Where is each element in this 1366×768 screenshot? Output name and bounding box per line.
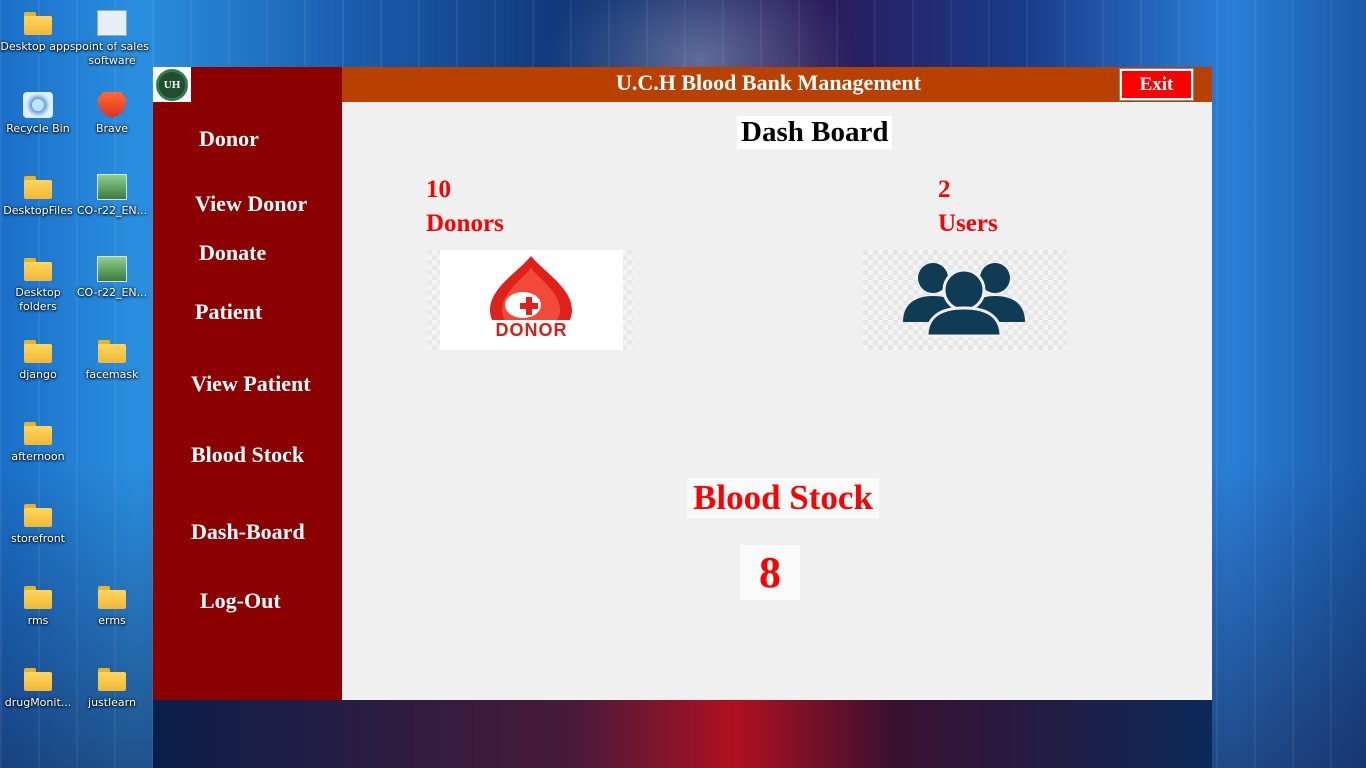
desktop-icon-label: CO-r22_EN...: [76, 204, 148, 217]
desktop-icon-rms[interactable]: rms: [0, 584, 76, 628]
desktop-icon-justlearn[interactable]: justlearn: [74, 666, 150, 710]
hospital-logo: UH: [153, 67, 191, 102]
sidebar-item-view-donor[interactable]: View Donor: [195, 191, 307, 217]
recycle-bin-icon: [23, 92, 53, 118]
folder-icon: [23, 502, 53, 528]
desktop-icon-co-r22-2[interactable]: CO-r22_EN...: [74, 256, 150, 300]
desktop-icon-label: rms: [27, 614, 49, 627]
image-file-icon: [97, 256, 127, 282]
desktop-icon-point-of-sales[interactable]: point of sales software: [74, 10, 150, 68]
folder-icon: [23, 666, 53, 692]
desktop-icon-label: erms: [98, 614, 126, 627]
desktop-icon-django[interactable]: django: [0, 338, 76, 382]
sidebar-item-donate[interactable]: Donate: [199, 240, 266, 266]
donor-logo-image: DONOR: [427, 250, 633, 350]
app-title: U.C.H Blood Bank Management: [616, 70, 921, 95]
sidebar-item-blood-stock[interactable]: Blood Stock: [191, 442, 304, 468]
donors-label: Donors: [426, 210, 504, 237]
desktop-icon-label: django: [19, 368, 57, 381]
folder-icon: [23, 338, 53, 364]
desktop-icon-afternoon[interactable]: afternoon: [0, 420, 76, 464]
desktop-icon-label: point of sales software: [75, 40, 149, 67]
exit-button[interactable]: Exit: [1119, 68, 1194, 101]
page-title: Dash Board: [737, 116, 893, 149]
sidebar-item-view-patient[interactable]: View Patient: [191, 371, 311, 397]
blood-stock-title: Blood Stock: [687, 478, 879, 518]
desktop-icon-label: justlearn: [88, 696, 136, 709]
desktop-icon-label: DesktopFiles: [3, 204, 73, 217]
users-group-image: [863, 250, 1067, 350]
users-count: 2: [938, 176, 951, 203]
desktop-icon-desktopfiles[interactable]: DesktopFiles: [0, 174, 76, 218]
desktop-icon-co-r22-1[interactable]: CO-r22_EN...: [74, 174, 150, 218]
sidebar-item-dash-board[interactable]: Dash-Board: [191, 519, 305, 545]
sidebar-item-log-out[interactable]: Log-Out: [200, 588, 281, 614]
wallpaper-bottom-strip: [153, 700, 1212, 768]
sidebar-item-donor[interactable]: Donor: [199, 126, 259, 152]
sidebar: UH Donor View Donor Donate Patient View …: [153, 67, 342, 700]
desktop-icon-label: CO-r22_EN...: [76, 286, 148, 299]
folder-icon: [23, 174, 53, 200]
folder-icon: [23, 10, 53, 36]
desktop-icon-recycle-bin[interactable]: Recycle Bin: [0, 92, 76, 136]
desktop-icon-label: Recycle Bin: [6, 122, 70, 135]
users-label: Users: [938, 210, 998, 237]
donor-logo-text: DONOR: [495, 320, 568, 340]
desktop-icon-drugmonit[interactable]: drugMonit...: [0, 666, 76, 710]
desktop-icon-erms[interactable]: erms: [74, 584, 150, 628]
desktop-icon-label: Desktop apps: [0, 40, 76, 53]
desktop-icon-label: Desktop folders: [15, 286, 61, 313]
desktop-icon-facemask[interactable]: facemask: [74, 338, 150, 382]
desktop-icon-storefront[interactable]: storefront: [0, 502, 76, 546]
logo-seal: UH: [156, 68, 188, 101]
desktop-icon-label: drugMonit...: [4, 696, 72, 709]
sidebar-item-patient[interactable]: Patient: [195, 299, 262, 325]
folder-icon: [23, 584, 53, 610]
blood-stock-value: 8: [740, 545, 800, 600]
users-group-icon: [903, 263, 1025, 338]
desktop-icon-desktop-folders[interactable]: Desktop folders: [0, 256, 76, 314]
folder-icon: [23, 256, 53, 282]
desktop-icon-label: facemask: [85, 368, 139, 381]
folder-icon: [97, 584, 127, 610]
desktop-icon-brave[interactable]: Brave: [74, 92, 150, 136]
donors-count: 10: [426, 176, 451, 203]
desktop-icon-label: afternoon: [11, 450, 65, 463]
folder-icon: [97, 666, 127, 692]
title-bar: U.C.H Blood Bank Management Exit: [342, 67, 1212, 102]
desktop-icon-label: Brave: [95, 122, 129, 135]
brave-browser-icon: [97, 92, 127, 118]
blood-bank-app-window: UH Donor View Donor Donate Patient View …: [153, 67, 1212, 700]
folder-icon: [97, 338, 127, 364]
image-file-icon: [97, 174, 127, 200]
folder-icon: [23, 420, 53, 446]
shortcut-icon: [97, 10, 127, 36]
desktop-icon-desktop-apps[interactable]: Desktop apps: [0, 10, 76, 54]
desktop-icon-label: storefront: [11, 532, 65, 545]
